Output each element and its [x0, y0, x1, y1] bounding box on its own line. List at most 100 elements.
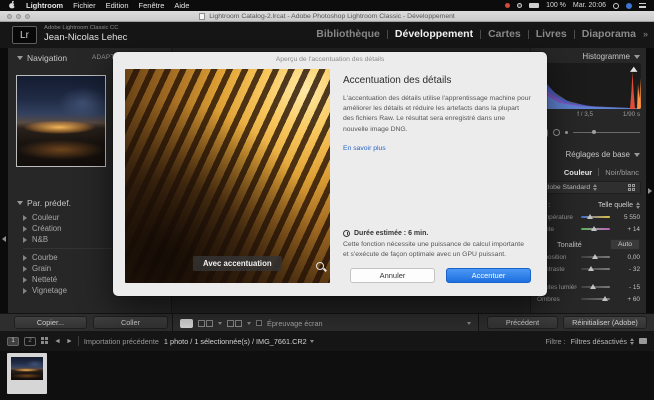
filter-toggle[interactable]	[639, 338, 647, 344]
histogram-panel-header[interactable]: Histogramme	[531, 48, 646, 62]
exif-shutter: 1/90 s	[623, 111, 640, 119]
lightroom-app-window: Lightroom Fichier Edition Fenêtre Aide 1…	[0, 0, 654, 400]
before-after-topbottom-icon[interactable]	[227, 320, 242, 327]
primary-screen-button[interactable]: 1	[7, 337, 19, 346]
module-livres[interactable]: Livres	[536, 28, 567, 40]
menu-edition[interactable]: Edition	[106, 1, 129, 10]
identity-user-name: Jean-Nicolas Lehec	[44, 32, 127, 43]
enhance-button[interactable]: Accentuer	[446, 268, 531, 283]
chevron-down-icon[interactable]	[247, 322, 251, 325]
menubar-clock[interactable]: Mar. 20:06	[573, 2, 606, 9]
menu-aide[interactable]: Aide	[174, 1, 189, 10]
navigation-title: Navigation	[27, 53, 67, 63]
divider	[598, 168, 599, 176]
loupe-view-icon[interactable]	[180, 319, 193, 328]
previous-button[interactable]: Précédent	[487, 316, 558, 329]
module-bibliotheque[interactable]: Bibliothèque	[316, 28, 380, 40]
slider-handle[interactable]	[588, 266, 594, 271]
toolbar-options-chevron-icon[interactable]	[467, 322, 471, 325]
window-titlebar: Lightroom Catalog-2.lrcat - Adobe Photos…	[0, 11, 654, 22]
module-separator	[387, 30, 388, 39]
menu-fenetre[interactable]: Fenêtre	[139, 1, 165, 10]
gpu-note: Cette fonction nécessite une puissance d…	[343, 240, 531, 260]
battery-percent: 100 %	[546, 2, 566, 9]
apple-icon[interactable]	[8, 0, 16, 11]
previous-photo-icon[interactable]: ◄	[54, 338, 61, 345]
secondary-screen-button[interactable]: 2	[24, 337, 36, 346]
exposition-track[interactable]	[581, 256, 610, 258]
bottom-strip: Copier... Coller Épreuvage écran Précéde…	[0, 313, 654, 331]
contraste-track[interactable]	[581, 268, 610, 270]
tone-label: Tonalité	[557, 240, 582, 249]
magnifier-icon	[316, 262, 324, 270]
navigator-preview[interactable]	[16, 75, 106, 167]
before-after-leftright-icon[interactable]	[198, 320, 213, 327]
tint-track[interactable]	[581, 228, 610, 230]
filter-group: Filtre : Filtres désactivés	[545, 337, 647, 346]
document-icon	[199, 13, 205, 20]
menu-fichier[interactable]: Fichier	[73, 1, 96, 10]
temperature-track[interactable]	[581, 216, 610, 218]
search-icon[interactable]	[613, 3, 619, 9]
status-app-icon[interactable]	[505, 3, 510, 8]
module-cartes[interactable]: Cartes	[488, 28, 521, 40]
auto-tone-button[interactable]: Auto	[610, 239, 640, 250]
filmstrip-source[interactable]: Importation précédente	[84, 337, 159, 346]
slider-tint: Teinte + 14	[531, 223, 646, 235]
menu-lightroom[interactable]: Lightroom	[26, 1, 63, 10]
profile-browser-icon[interactable]	[628, 184, 636, 192]
lightroom-header: Lr Adobe Lightroom Classic CC Jean-Nicol…	[0, 22, 654, 48]
module-developpement[interactable]: Développement	[395, 28, 473, 40]
collapse-right-panel-icon[interactable]	[648, 188, 652, 194]
softproof-checkbox[interactable]	[256, 320, 262, 326]
profile-selector[interactable]: Adobe Standard	[536, 181, 641, 194]
window-title: Lightroom Catalog-2.lrcat - Adobe Photos…	[209, 13, 455, 20]
treatment-tabs: Couleur Noir/blanc	[531, 166, 646, 178]
slider-handle[interactable]	[590, 284, 596, 289]
enhance-preview-image[interactable]: Avec accentuation	[125, 69, 330, 283]
next-photo-icon[interactable]: ►	[66, 338, 73, 345]
paste-button[interactable]: Coller	[93, 316, 168, 329]
reset-button[interactable]: Réinitialiser (Adobe)	[563, 316, 647, 329]
chevron-down-icon	[634, 55, 640, 59]
learn-more-link[interactable]: En savoir plus	[343, 145, 531, 152]
dialog-content: Accentuation des détails L'accentuation …	[343, 69, 531, 283]
histogram[interactable]	[535, 63, 641, 109]
tab-couleur[interactable]: Couleur	[564, 168, 592, 177]
cancel-button[interactable]: Annuler	[350, 268, 435, 283]
collapse-left-panel-icon[interactable]	[2, 236, 6, 242]
redeye-tool-icon[interactable]	[565, 131, 568, 134]
clock-icon	[343, 230, 350, 237]
hautes-lumieres-track[interactable]	[581, 286, 610, 288]
slider-handle[interactable]	[591, 226, 597, 231]
dialog-title: Aperçu de l'accentuation des détails	[113, 52, 547, 63]
copy-button[interactable]: Copier...	[14, 316, 87, 329]
filmstrip-thumbnail-selected[interactable]	[7, 353, 47, 394]
minimize-window-icon[interactable]	[16, 14, 21, 19]
chevron-right-icon	[23, 237, 27, 243]
status-circle-icon[interactable]	[517, 3, 522, 8]
module-separator	[480, 30, 481, 39]
preview-state-label: Avec accentuation	[193, 256, 282, 271]
estimate-row: Durée estimée : 6 min.	[343, 230, 531, 237]
wb-selector[interactable]: Telle quelle	[598, 202, 640, 209]
slider-handle[interactable]	[602, 296, 608, 301]
grid-view-icon[interactable]	[41, 337, 49, 345]
filmstrip-selection[interactable]: 1 photo / 1 sélectionnée(s) / IMG_7661.C…	[164, 337, 314, 346]
ombres-track[interactable]	[581, 298, 610, 300]
tool-slider[interactable]	[573, 132, 640, 133]
close-window-icon[interactable]	[7, 14, 12, 19]
control-center-icon[interactable]	[639, 3, 646, 8]
tab-noir-blanc[interactable]: Noir/blanc	[605, 168, 639, 177]
left-panel-gutter	[0, 48, 8, 313]
zoom-window-icon[interactable]	[25, 14, 30, 19]
module-overflow-chevron[interactable]: »	[643, 29, 648, 39]
module-diaporama[interactable]: Diaporama	[582, 28, 636, 40]
siri-icon[interactable]	[626, 3, 632, 9]
slider-handle[interactable]	[592, 254, 598, 259]
filter-dropdown[interactable]: Filtres désactivés	[571, 337, 634, 346]
spot-removal-tool-icon[interactable]	[553, 129, 560, 136]
chevron-down-icon[interactable]	[218, 322, 222, 325]
slider-handle[interactable]	[587, 214, 593, 219]
basic-panel-header[interactable]: Réglages de base	[531, 146, 646, 160]
